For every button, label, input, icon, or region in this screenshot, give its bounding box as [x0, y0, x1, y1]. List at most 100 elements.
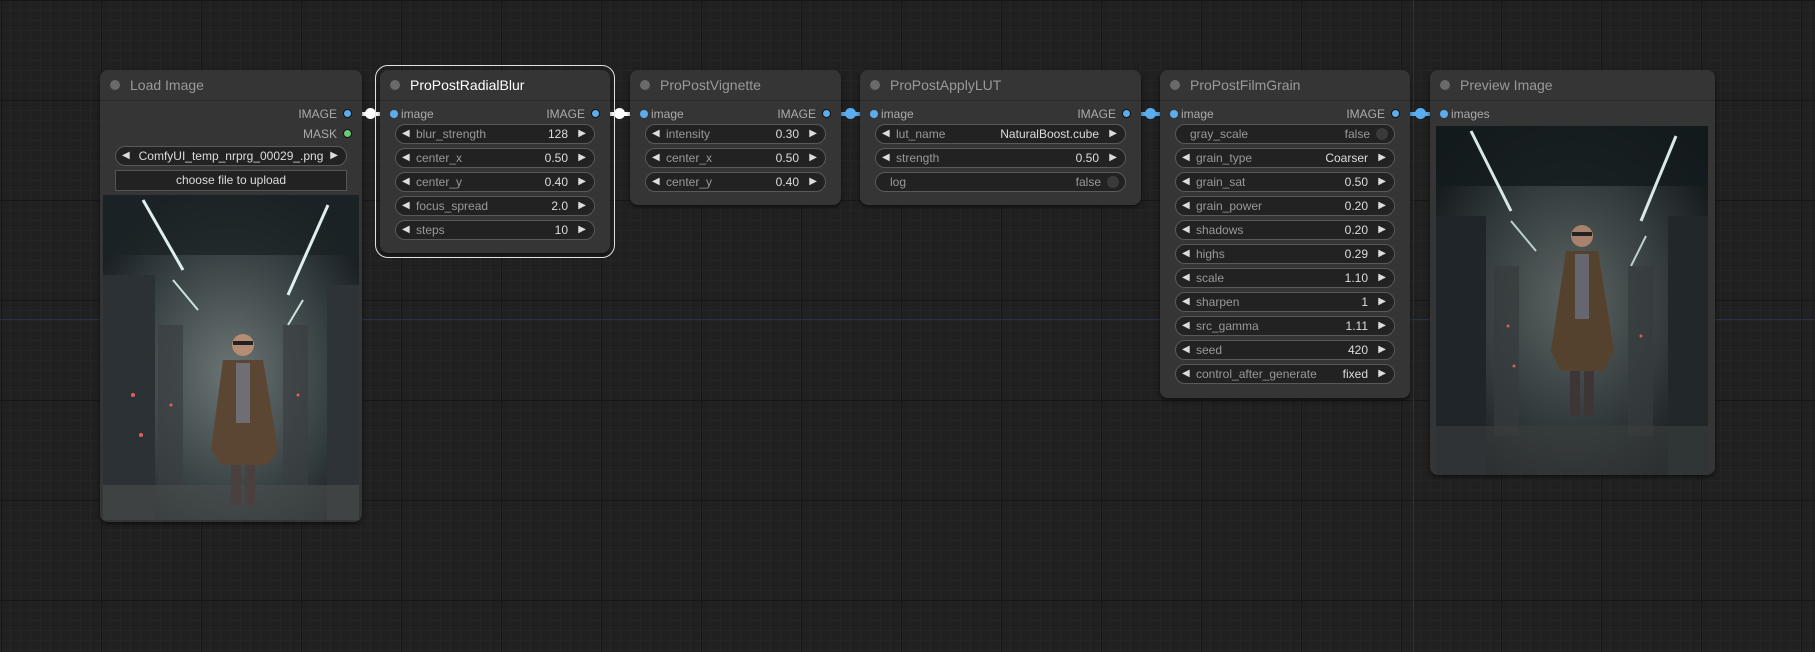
arrow-right-icon[interactable]: ▶	[809, 125, 817, 143]
arrow-right-icon[interactable]: ▶	[1109, 125, 1117, 143]
output-dot-icon[interactable]	[343, 109, 352, 119]
arrow-right-icon[interactable]: ▶	[1378, 293, 1386, 311]
arrow-left-icon[interactable]: ◀	[1182, 365, 1190, 383]
arrow-left-icon[interactable]: ◀	[652, 125, 660, 143]
arrow-left-icon[interactable]: ◀	[1182, 197, 1190, 215]
widget-shadows[interactable]: ◀ shadows 0.20 ▶	[1175, 220, 1395, 240]
node-title[interactable]: ProPostRadialBlur	[380, 70, 610, 101]
arrow-right-icon[interactable]: ▶	[1378, 365, 1386, 383]
widget-lut-name[interactable]: ◀ lut_name NaturalBoost.cube ▶	[875, 124, 1126, 144]
arrow-right-icon[interactable]: ▶	[1378, 197, 1386, 215]
output-dot-icon[interactable]	[822, 109, 831, 119]
arrow-left-icon[interactable]: ◀	[1182, 341, 1190, 359]
input-dot-icon[interactable]	[390, 110, 398, 118]
widget-highs[interactable]: ◀ highs 0.29 ▶	[1175, 244, 1395, 264]
widget-grain-type[interactable]: ◀ grain_type Coarser ▶	[1175, 148, 1395, 168]
arrow-right-icon[interactable]: ▶	[578, 197, 586, 215]
arrow-left-icon[interactable]: ◀	[1182, 293, 1190, 311]
node-preview-image[interactable]: Preview Image images	[1430, 70, 1715, 475]
toggle-knob-icon[interactable]	[1107, 176, 1119, 188]
arrow-right-icon[interactable]: ▶	[578, 221, 586, 239]
collapse-dot-icon[interactable]	[390, 80, 400, 90]
node-title[interactable]: Load Image	[100, 70, 362, 101]
arrow-left-icon[interactable]: ◀	[1182, 221, 1190, 239]
arrow-left-icon[interactable]: ◀	[402, 173, 410, 191]
output-dot-icon[interactable]	[1122, 109, 1131, 119]
input-dot-icon[interactable]	[1170, 110, 1178, 118]
widget-intensity[interactable]: ◀ intensity 0.30 ▶	[645, 124, 826, 144]
arrow-right-icon[interactable]: ▶	[809, 173, 817, 191]
arrow-left-icon[interactable]: ◀	[402, 149, 410, 167]
slot-row-image[interactable]: image IMAGE	[380, 104, 610, 124]
collapse-dot-icon[interactable]	[1440, 80, 1450, 90]
node-title[interactable]: ProPostVignette	[630, 70, 841, 101]
comfyui-canvas[interactable]: { "nodes": { "load_image": { "title": "L…	[0, 0, 1815, 652]
node-propost-vignette[interactable]: ProPostVignette image IMAGE ◀ intensity 0.…	[630, 70, 841, 205]
arrow-right-icon[interactable]: ▶	[1378, 269, 1386, 287]
widget-control-after-generate[interactable]: ◀ control_after_generate fixed ▶	[1175, 364, 1395, 384]
input-dot-icon[interactable]	[870, 110, 878, 118]
arrow-right-icon[interactable]: ▶	[1378, 221, 1386, 239]
node-propost-radial-blur[interactable]: ProPostRadialBlur image IMAGE ◀ blur_stre…	[375, 65, 615, 258]
arrow-left-icon[interactable]: ◀	[1182, 173, 1190, 191]
slot-row-image[interactable]: image IMAGE	[1160, 104, 1410, 124]
arrow-right-icon[interactable]: ▶	[578, 149, 586, 167]
arrow-left-icon[interactable]: ◀	[882, 149, 890, 167]
output-dot-icon[interactable]	[343, 129, 352, 139]
arrow-right-icon[interactable]: ▶	[1378, 245, 1386, 263]
link-midpoint[interactable]	[1145, 108, 1156, 119]
input-dot-icon[interactable]	[1440, 110, 1448, 118]
widget-log-toggle[interactable]: log false	[875, 172, 1126, 192]
input-dot-icon[interactable]	[640, 110, 648, 118]
widget-grain-sat[interactable]: ◀ grain_sat 0.50 ▶	[1175, 172, 1395, 192]
arrow-right-icon[interactable]: ▶	[809, 149, 817, 167]
output-slot-mask[interactable]: MASK	[100, 124, 362, 144]
collapse-dot-icon[interactable]	[870, 80, 880, 90]
arrow-left-icon[interactable]: ◀	[652, 173, 660, 191]
arrow-right-icon[interactable]: ▶	[578, 125, 586, 143]
collapse-dot-icon[interactable]	[640, 80, 650, 90]
widget-grain-power[interactable]: ◀ grain_power 0.20 ▶	[1175, 196, 1395, 216]
node-title[interactable]: Preview Image	[1430, 70, 1715, 101]
node-title[interactable]: ProPostFilmGrain	[1160, 70, 1410, 101]
arrow-left-icon[interactable]: ◀	[652, 149, 660, 167]
widget-center-x[interactable]: ◀ center_x 0.50 ▶	[645, 148, 826, 168]
arrow-left-icon[interactable]: ◀	[1182, 149, 1190, 167]
widget-sharpen[interactable]: ◀ sharpen 1 ▶	[1175, 292, 1395, 312]
output-image-preview[interactable]	[1436, 126, 1708, 475]
output-dot-icon[interactable]	[591, 109, 600, 119]
arrow-left-icon[interactable]: ◀	[402, 125, 410, 143]
slot-row-image[interactable]: image IMAGE	[630, 104, 841, 124]
arrow-right-icon[interactable]: ▶	[1109, 149, 1117, 167]
image-file-combo[interactable]: ◀ ComfyUI_temp_nrprg_00029_.png ▶	[115, 146, 347, 166]
arrow-left-icon[interactable]: ◀	[882, 125, 890, 143]
link-midpoint[interactable]	[614, 108, 625, 119]
collapse-dot-icon[interactable]	[110, 80, 120, 90]
node-propost-film-grain[interactable]: ProPostFilmGrain image IMAGE gray_scale f…	[1160, 70, 1410, 398]
widget-src-gamma[interactable]: ◀ src_gamma 1.11 ▶	[1175, 316, 1395, 336]
arrow-left-icon[interactable]: ◀	[122, 147, 130, 165]
node-load-image[interactable]: Load Image IMAGE MASK ◀ ComfyUI_temp_nrp…	[100, 70, 362, 522]
widget-steps[interactable]: ◀ steps 10 ▶	[395, 220, 595, 240]
arrow-right-icon[interactable]: ▶	[578, 173, 586, 191]
widget-focus-spread[interactable]: ◀ focus_spread 2.0 ▶	[395, 196, 595, 216]
slot-row-images[interactable]: images	[1430, 104, 1715, 124]
node-propost-apply-lut[interactable]: ProPostApplyLUT image IMAGE ◀ lut_name Nat…	[860, 70, 1141, 205]
arrow-right-icon[interactable]: ▶	[1378, 173, 1386, 191]
widget-seed[interactable]: ◀ seed 420 ▶	[1175, 340, 1395, 360]
collapse-dot-icon[interactable]	[1170, 80, 1180, 90]
widget-center-y[interactable]: ◀ center_y 0.40 ▶	[645, 172, 826, 192]
arrow-left-icon[interactable]: ◀	[1182, 269, 1190, 287]
widget-center-y[interactable]: ◀ center_y 0.40 ▶	[395, 172, 595, 192]
arrow-left-icon[interactable]: ◀	[402, 197, 410, 215]
link-midpoint[interactable]	[845, 108, 856, 119]
widget-scale[interactable]: ◀ scale 1.10 ▶	[1175, 268, 1395, 288]
link-midpoint[interactable]	[1415, 108, 1426, 119]
arrow-right-icon[interactable]: ▶	[330, 147, 338, 165]
output-dot-icon[interactable]	[1391, 109, 1400, 119]
arrow-left-icon[interactable]: ◀	[1182, 317, 1190, 335]
node-title[interactable]: ProPostApplyLUT	[860, 70, 1141, 101]
arrow-right-icon[interactable]: ▶	[1378, 149, 1386, 167]
arrow-left-icon[interactable]: ◀	[402, 221, 410, 239]
toggle-knob-icon[interactable]	[1376, 128, 1388, 140]
